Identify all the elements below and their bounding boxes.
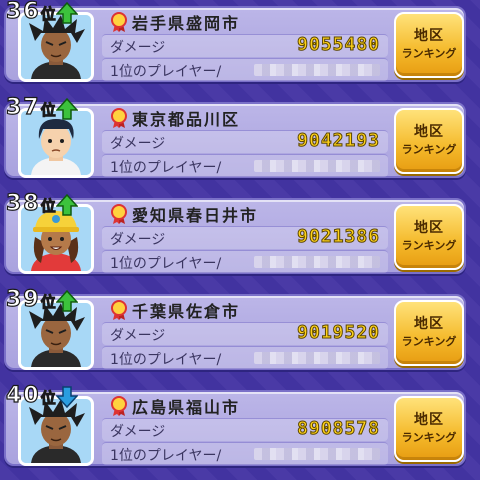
damage-row: ダメージ 9055480 <box>102 34 388 57</box>
region-ranking-button-line1: 地区 <box>414 412 444 428</box>
rank-number: 36 <box>5 0 41 24</box>
medal-icon <box>110 396 128 416</box>
damage-label: ダメージ <box>110 40 166 56</box>
ranking-row: 38 位 愛知県春日井市 ダメージ 9021386 1位のプレイヤー/ 地区 ラ… <box>4 191 468 276</box>
avatar-boy-white-shirt <box>21 111 91 175</box>
rank-badge: 37 位 <box>5 95 78 120</box>
region-name: 広島県福山市 <box>132 398 241 417</box>
region-ranking-button-line2: ランキング <box>401 431 457 444</box>
damage-value: 9019520 <box>297 322 380 344</box>
damage-row: ダメージ 9042193 <box>102 130 388 153</box>
medal-icon <box>110 204 128 224</box>
region-ranking-button-line2: ランキング <box>401 143 457 156</box>
top-player-label: 1位のプレイヤー/ <box>110 448 222 464</box>
rank-number: 40 <box>5 383 41 408</box>
blurred-player-name <box>254 64 380 76</box>
blurred-player-name <box>254 256 380 268</box>
arrow-up-icon <box>55 194 78 216</box>
damage-label: ダメージ <box>110 424 166 440</box>
avatar-girl-yellow-cap <box>21 207 91 271</box>
damage-row: ダメージ 9021386 <box>102 226 388 249</box>
top-player-row: 1位のプレイヤー/ <box>102 58 388 81</box>
damage-row: ダメージ 9019520 <box>102 322 388 345</box>
region-ranking-button[interactable]: 地区 ランキング <box>394 108 464 174</box>
region-ranking-button[interactable]: 地区 ランキング <box>394 12 464 78</box>
top-player-label: 1位のプレイヤー/ <box>110 160 222 176</box>
rank-suffix: 位 <box>40 293 56 312</box>
medal-icon <box>110 12 128 32</box>
region-ranking-button[interactable]: 地区 ランキング <box>394 300 464 366</box>
damage-label: ダメージ <box>110 136 166 152</box>
blurred-player-name <box>254 448 380 460</box>
top-player-label: 1位のプレイヤー/ <box>110 352 222 368</box>
medal-icon <box>110 300 128 320</box>
arrow-up-icon <box>55 98 78 120</box>
damage-value: 8908578 <box>297 418 380 440</box>
top-player-label: 1位のプレイヤー/ <box>110 64 222 80</box>
region-ranking-button[interactable]: 地区 ランキング <box>394 204 464 270</box>
region-name: 東京都品川区 <box>132 110 241 129</box>
region-ranking-button-line1: 地区 <box>414 28 444 44</box>
top-player-label: 1位のプレイヤー/ <box>110 256 222 272</box>
ranking-row: 37 位 東京都品川区 ダメージ 9042193 1位のプレイヤー/ 地区 ラン… <box>4 95 468 180</box>
ranking-row: 40 位 広島県福山市 ダメージ 8908578 1位のプレイヤー/ 地区 ラン… <box>4 383 468 468</box>
avatar-dark-hair-hero <box>21 303 91 367</box>
damage-value: 9021386 <box>297 226 380 248</box>
region-name: 岩手県盛岡市 <box>132 14 241 33</box>
rank-number: 38 <box>5 191 41 216</box>
ranking-row: 36 位 岩手県盛岡市 ダメージ 9055480 1位のプレイヤー/ 地区 ラン… <box>4 0 468 84</box>
region-ranking-button-line1: 地区 <box>414 124 444 140</box>
damage-row: ダメージ 8908578 <box>102 418 388 441</box>
rank-suffix: 位 <box>40 5 56 24</box>
damage-value: 9055480 <box>297 34 380 56</box>
blurred-player-name <box>254 352 380 364</box>
damage-value: 9042193 <box>297 130 380 152</box>
damage-label: ダメージ <box>110 232 166 248</box>
arrow-down-icon <box>55 386 78 408</box>
region-name: 千葉県佐倉市 <box>132 302 241 321</box>
ranking-list: 36 位 岩手県盛岡市 ダメージ 9055480 1位のプレイヤー/ 地区 ラン… <box>0 0 480 480</box>
region-ranking-button-line1: 地区 <box>414 316 444 332</box>
region-ranking-button[interactable]: 地区 ランキング <box>394 396 464 462</box>
region-ranking-button-line2: ランキング <box>401 239 457 252</box>
ranking-row: 39 位 千葉県佐倉市 ダメージ 9019520 1位のプレイヤー/ 地区 ラン… <box>4 287 468 372</box>
arrow-up-icon <box>55 2 78 24</box>
arrow-up-icon <box>55 290 78 312</box>
top-player-row: 1位のプレイヤー/ <box>102 346 388 369</box>
rank-suffix: 位 <box>40 389 56 408</box>
damage-label: ダメージ <box>110 328 166 344</box>
region-name: 愛知県春日井市 <box>132 206 259 225</box>
rank-badge: 40 位 <box>5 383 78 408</box>
rank-badge: 36 位 <box>5 0 78 24</box>
rank-badge: 39 位 <box>5 287 78 312</box>
blurred-player-name <box>254 160 380 172</box>
rank-number: 39 <box>5 287 41 312</box>
rank-suffix: 位 <box>40 197 56 216</box>
rank-badge: 38 位 <box>5 191 78 216</box>
avatar-dark-hair-hero <box>21 15 91 79</box>
medal-icon <box>110 108 128 128</box>
rank-number: 37 <box>5 95 41 120</box>
top-player-row: 1位のプレイヤー/ <box>102 154 388 177</box>
region-ranking-button-line2: ランキング <box>401 47 457 60</box>
top-player-row: 1位のプレイヤー/ <box>102 250 388 273</box>
region-ranking-button-line2: ランキング <box>401 335 457 348</box>
region-ranking-button-line1: 地区 <box>414 220 444 236</box>
rank-suffix: 位 <box>40 101 56 120</box>
avatar-dark-hair-hero <box>21 399 91 463</box>
top-player-row: 1位のプレイヤー/ <box>102 442 388 465</box>
